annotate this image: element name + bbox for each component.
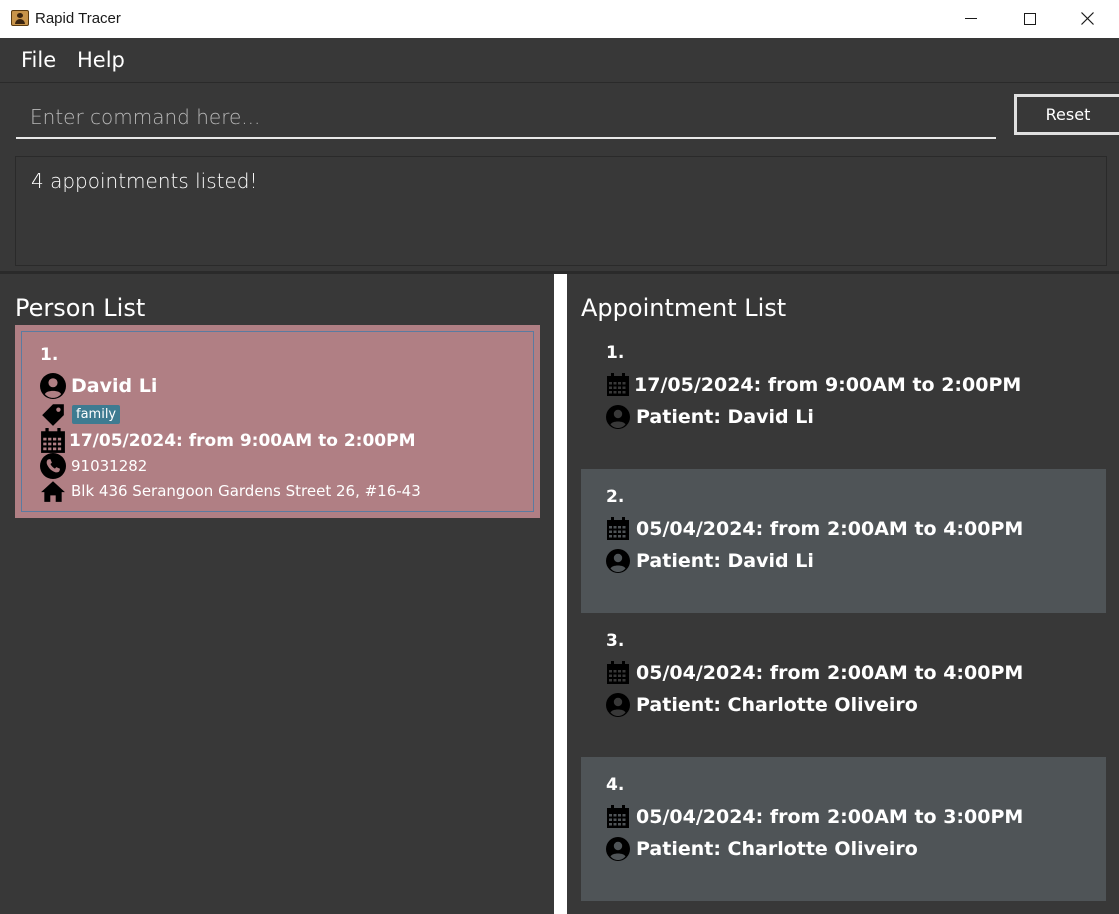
menu-bar: File Help [0,38,1119,83]
appointment-list-panel: Appointment List 1. 17/05/2024: from 9:0… [567,274,1119,914]
person-phone-row: 91031282 [40,453,147,479]
calendar-icon [607,517,629,540]
appointment-time-row: 05/04/2024: from 2:00AM to 4:00PM [606,517,1023,541]
appointment-card[interactable]: 4. 05/04/2024: from 2:00AM to 3:00PM Pat… [581,757,1106,901]
person-tag-row: family [40,401,121,427]
person-name-row: David Li [40,373,157,399]
appointment-patient-row: Patient: David Li [606,549,814,573]
tag-icon [42,404,64,426]
maximize-button[interactable] [1006,0,1052,38]
appointment-list-title: Appointment List [581,294,787,322]
person-address: Blk 436 Serangoon Gardens Street 26, #16… [71,482,421,500]
result-display: 4 appointments listed! [15,156,1107,266]
appointment-patient: Patient: Charlotte Oliveiro [636,838,918,860]
calendar-icon [607,373,629,396]
person-icon [606,837,630,861]
appointment-patient-row: Patient: Charlotte Oliveiro [606,837,918,861]
person-list-title: Person List [15,294,146,322]
calendar-icon [607,805,629,828]
person-list-panel: Person List 1. David Li family 17/05/202… [0,274,554,914]
app-icon [11,10,29,26]
split-pane-divider[interactable] [554,274,567,914]
appointment-card[interactable]: 2. 05/04/2024: from 2:00AM to 4:00PM Pat… [581,469,1106,613]
appointment-time: 05/04/2024: from 2:00AM to 4:00PM [636,518,1024,540]
appointment-time-row: 05/04/2024: from 2:00AM to 3:00PM [606,805,1023,829]
appointment-index: 4. [606,775,625,795]
minimize-button[interactable] [948,0,994,38]
appointment-patient: Patient: Charlotte Oliveiro [636,694,918,716]
appointment-index: 1. [606,343,625,363]
calendar-icon [607,661,629,684]
person-icon [606,693,630,717]
appointment-patient: Patient: David Li [636,406,814,428]
appointment-time: 05/04/2024: from 2:00AM to 4:00PM [636,662,1024,684]
appointment-patient-row: Patient: Charlotte Oliveiro [606,693,918,717]
person-phone: 91031282 [71,457,148,475]
command-area: Reset [0,83,1119,153]
appointment-time: 17/05/2024: from 9:00AM to 2:00PM [634,374,1022,396]
appointment-index: 3. [606,631,625,651]
result-message: 4 appointments listed! [31,169,258,193]
appointment-time-row: 17/05/2024: from 9:00AM to 2:00PM [606,373,1021,397]
close-icon [1081,12,1094,25]
appointment-card[interactable]: 3. 05/04/2024: from 2:00AM to 4:00PM Pat… [581,613,1106,757]
person-icon [40,373,66,399]
tag-badge: family [72,404,121,424]
title-bar: Rapid Tracer [0,0,1119,39]
person-icon [606,405,630,429]
person-name: David Li [71,375,158,397]
appointment-card[interactable]: 1. 17/05/2024: from 9:00AM to 2:00PM Pat… [581,325,1106,469]
person-index: 1. [40,345,59,365]
appointment-patient-row: Patient: David Li [606,405,814,429]
person-icon [606,549,630,573]
home-icon [41,481,65,502]
reset-button[interactable]: Reset [1014,94,1119,135]
menu-help[interactable]: Help [77,48,125,72]
person-card[interactable]: 1. David Li family 17/05/2024: from 9:00… [15,325,540,518]
phone-icon [40,453,66,479]
appointment-time-row: 05/04/2024: from 2:00AM to 4:00PM [606,661,1023,685]
person-appointment-row: 17/05/2024: from 9:00AM to 2:00PM [40,428,416,454]
command-input[interactable] [16,97,996,139]
appointment-time: 05/04/2024: from 2:00AM to 3:00PM [636,806,1024,828]
person-address-row: Blk 436 Serangoon Gardens Street 26, #16… [40,478,421,504]
menu-file[interactable]: File [21,48,56,72]
appointment-patient: Patient: David Li [636,550,814,572]
appointment-index: 2. [606,487,625,507]
calendar-icon [41,428,65,453]
close-button[interactable] [1064,0,1110,38]
person-appointment: 17/05/2024: from 9:00AM to 2:00PM [69,431,416,451]
window-title: Rapid Tracer [35,10,121,27]
